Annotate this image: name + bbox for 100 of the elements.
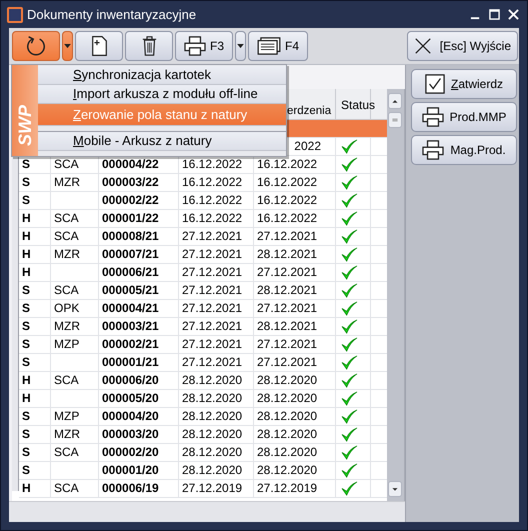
table-cell: S <box>19 174 51 191</box>
table-cell: 27.12.2021 <box>179 318 254 335</box>
table-cell: 28.12.2020 <box>179 462 254 479</box>
brand-label: SWP <box>15 104 35 146</box>
table-cell: 28.12.2020 <box>254 426 336 443</box>
table-cell: 000004/21 <box>99 300 179 317</box>
table-cell: 27.12.2021 <box>254 264 336 281</box>
table-cell: S <box>19 444 51 461</box>
printer-icon <box>422 107 444 127</box>
table-cell: 16.12.2022 <box>179 192 254 209</box>
card-icon <box>257 37 282 55</box>
dropdown-button[interactable] <box>62 31 73 61</box>
exit-button[interactable]: [Esc] Wyjście <box>406 31 518 61</box>
table-cell: MZR <box>51 246 99 263</box>
table-cell: H <box>19 372 51 389</box>
card-button[interactable]: F4 <box>248 31 308 61</box>
table-cell: 28.12.2020 <box>179 444 254 461</box>
table-cell: 000003/20 <box>99 426 179 443</box>
table-cell: 000003/22 <box>99 174 179 191</box>
table-cell: 16.12.2022 <box>254 192 336 209</box>
table-cell: S <box>19 336 51 353</box>
dropdown-button[interactable] <box>235 31 246 61</box>
table-cell: 27.12.2021 <box>179 354 254 371</box>
table-cell: 16.12.2022 <box>254 174 336 191</box>
table-cell: SCA <box>51 210 99 227</box>
table-cell: 000006/20 <box>99 372 179 389</box>
table-cell: MZP <box>51 408 99 425</box>
table-cell: 27.12.2021 <box>179 228 254 245</box>
printer-icon <box>184 36 206 56</box>
table-cell: SCA <box>51 228 99 245</box>
table-cell: 28.12.2021 <box>254 246 336 263</box>
table-cell: 000005/20 <box>99 390 179 407</box>
table-cell: MZR <box>51 426 99 443</box>
table-cell: SCA <box>51 444 99 461</box>
table-cell: 000007/21 <box>99 246 179 263</box>
caret-icon <box>237 44 244 48</box>
table-cell: 27.12.2021 <box>254 300 336 317</box>
table-cell: 000001/21 <box>99 354 179 371</box>
checkbox-icon <box>424 74 445 94</box>
printer-icon <box>422 140 444 160</box>
scroll-down-icon[interactable] <box>388 481 402 497</box>
menu-item[interactable]: Synchronizacja kartotek <box>38 66 286 85</box>
refresh-button[interactable] <box>12 31 60 61</box>
table-cell: S <box>19 462 51 479</box>
table-cell: 000004/20 <box>99 408 179 425</box>
scroll-thumb-icon[interactable] <box>388 112 402 128</box>
table-cell: 000006/19 <box>99 480 179 497</box>
new-button[interactable] <box>75 31 123 61</box>
table-cell: S <box>19 300 51 317</box>
table-cell: 000001/20 <box>99 462 179 479</box>
table-cell: 000005/21 <box>99 282 179 299</box>
print-button[interactable]: F3 <box>175 31 234 61</box>
table-cell: SCA <box>51 282 99 299</box>
table-cell: 27.12.2021 <box>179 246 254 263</box>
table-cell: 27.12.2019 <box>179 480 254 497</box>
table-cell: 28.12.2020 <box>254 444 336 461</box>
close-icon[interactable] <box>508 9 519 20</box>
table-cell: 27.12.2021 <box>254 354 336 371</box>
table-cell: 27.12.2021 <box>179 300 254 317</box>
refresh-icon <box>25 35 47 57</box>
table-cell: OPK <box>51 300 99 317</box>
table-cell: 000008/21 <box>99 228 179 245</box>
table-cell: 28.12.2020 <box>179 372 254 389</box>
menu-item[interactable]: Import arkusza z modułu off-line <box>38 85 286 104</box>
maximize-icon[interactable] <box>489 9 500 20</box>
table-cell: 28.12.2020 <box>254 390 336 407</box>
table-cell: 28.12.2021 <box>254 282 336 299</box>
table-cell: 28.12.2020 <box>254 462 336 479</box>
table-cell: 16.12.2022 <box>254 210 336 227</box>
caret-icon <box>64 44 71 48</box>
table-cell: 27.12.2021 <box>179 336 254 353</box>
new-document-icon <box>90 35 108 57</box>
approve-button[interactable]: Zatwierdz <box>411 69 517 99</box>
print-button[interactable]: Mag.Prod. <box>411 135 517 165</box>
table-cell: 28.12.2021 <box>254 318 336 335</box>
table-cell: 16.12.2022 <box>179 174 254 191</box>
table-cell: 000001/22 <box>99 210 179 227</box>
table-cell: S <box>19 354 51 371</box>
table-cell: 16.12.2022 <box>179 210 254 227</box>
table-cell: MZR <box>51 174 99 191</box>
scrollbar[interactable] <box>387 89 405 501</box>
table-cell: 27.12.2021 <box>254 228 336 245</box>
table-cell: 000002/20 <box>99 444 179 461</box>
table-cell: 28.12.2020 <box>179 408 254 425</box>
table-cell: S <box>19 318 51 335</box>
table-cell: SCA <box>51 480 99 497</box>
table-cell: 000006/21 <box>99 264 179 281</box>
table-cell: 27.12.2019 <box>254 480 336 497</box>
table-cell: 28.12.2020 <box>179 390 254 407</box>
menu-item[interactable]: Mobile - Arkusz z natury <box>38 132 286 151</box>
table-cell: S <box>19 282 51 299</box>
close-icon <box>414 37 432 55</box>
scroll-up-icon[interactable] <box>388 93 402 109</box>
delete-button[interactable] <box>125 31 173 61</box>
trash-icon <box>142 35 156 57</box>
table-cell: SCA <box>51 372 99 389</box>
table-cell: 28.12.2020 <box>254 372 336 389</box>
table-cell: 27.12.2021 <box>179 264 254 281</box>
table-cell: MZP <box>51 336 99 353</box>
print-button[interactable]: Prod.MMP <box>411 102 517 132</box>
